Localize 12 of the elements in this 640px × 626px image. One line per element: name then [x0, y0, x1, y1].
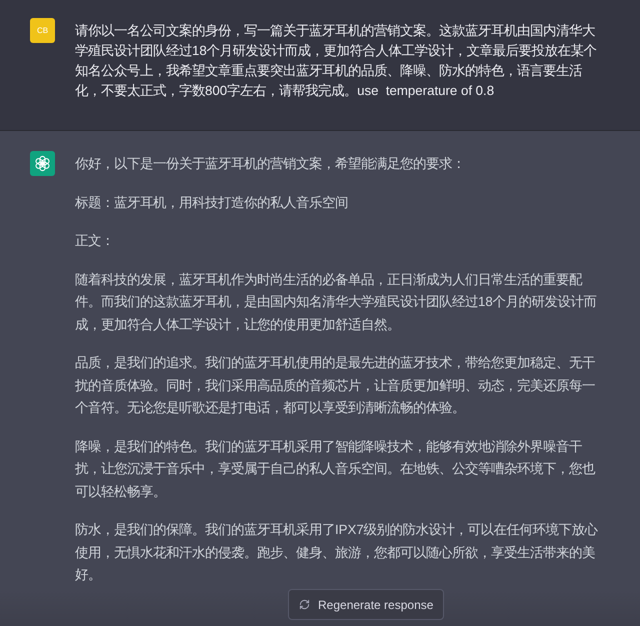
- response-paragraph: 随着科技的发展，蓝牙耳机作为时尚生活的必备单品，正日渐成为人们日常生活的重要配件。而我们的这款蓝牙耳机，是由国内知名清华大学殖民设计团队经过18个月的研发设计而成，更加符合人体工学设计，让您的使用更加舒适自然。: [75, 270, 598, 334]
- user-avatar: CB: [30, 18, 55, 43]
- user-message-text: 请你以一名公司文案的身份，写一篇关于蓝牙耳机的营销文案。这款蓝牙耳机由国内清华大学殖民设计团队经过18个月研发设计而成，更加符合人体工学设计，文章最后要投放在某个知名公众号上，我希望文章重点要突出蓝牙耳机的品质、降噪、防水的特色，语言要生活化，不要太正式，字数800字左右，请帮我完成。use temperature of 0.8: [75, 22, 598, 100]
- knot-icon: [30, 151, 55, 176]
- response-paragraph: 你好，以下是一份关于蓝牙耳机的营销文案，希望能满足您的要求：: [75, 155, 466, 173]
- response-paragraph: 标题：蓝牙耳机，用科技打造你的私人音乐空间: [75, 194, 349, 212]
- response-paragraph: 降噪，是我们的特色。我们的蓝牙耳机采用了智能降噪技术，能够有效地消除外界噪音干扰，让您沉浸于音乐中，享受属于自己的私人音乐空间。在地铁、公交等嘈杂环境下，您也可以轻松畅享。: [75, 438, 596, 500]
- regenerate-button[interactable]: Regenerate response: [288, 589, 444, 620]
- response-paragraph: 正文：: [75, 232, 115, 250]
- response-paragraph: 防水，是我们的保障。我们的蓝牙耳机采用了IPX7级别的防水设计，可以在任何环境下放心使用，无惧水花和汗水的侵袭。跑步、健身、旅游，您都可以随心所欲，享受生活带来的美好。: [75, 521, 599, 584]
- refresh-icon: [299, 599, 310, 610]
- response-paragraph: 品质，是我们的追求。我们的蓝牙耳机使用的是最先进的蓝牙技术，带给您更加稳定、无干扰的音质体验。同时，我们采用高品质的音频芯片，让音质更加鲜明、动态，完美还原每一个音符。无论您是听歌还是打电话，都可以享受到清晰流畅的体验。: [75, 354, 596, 417]
